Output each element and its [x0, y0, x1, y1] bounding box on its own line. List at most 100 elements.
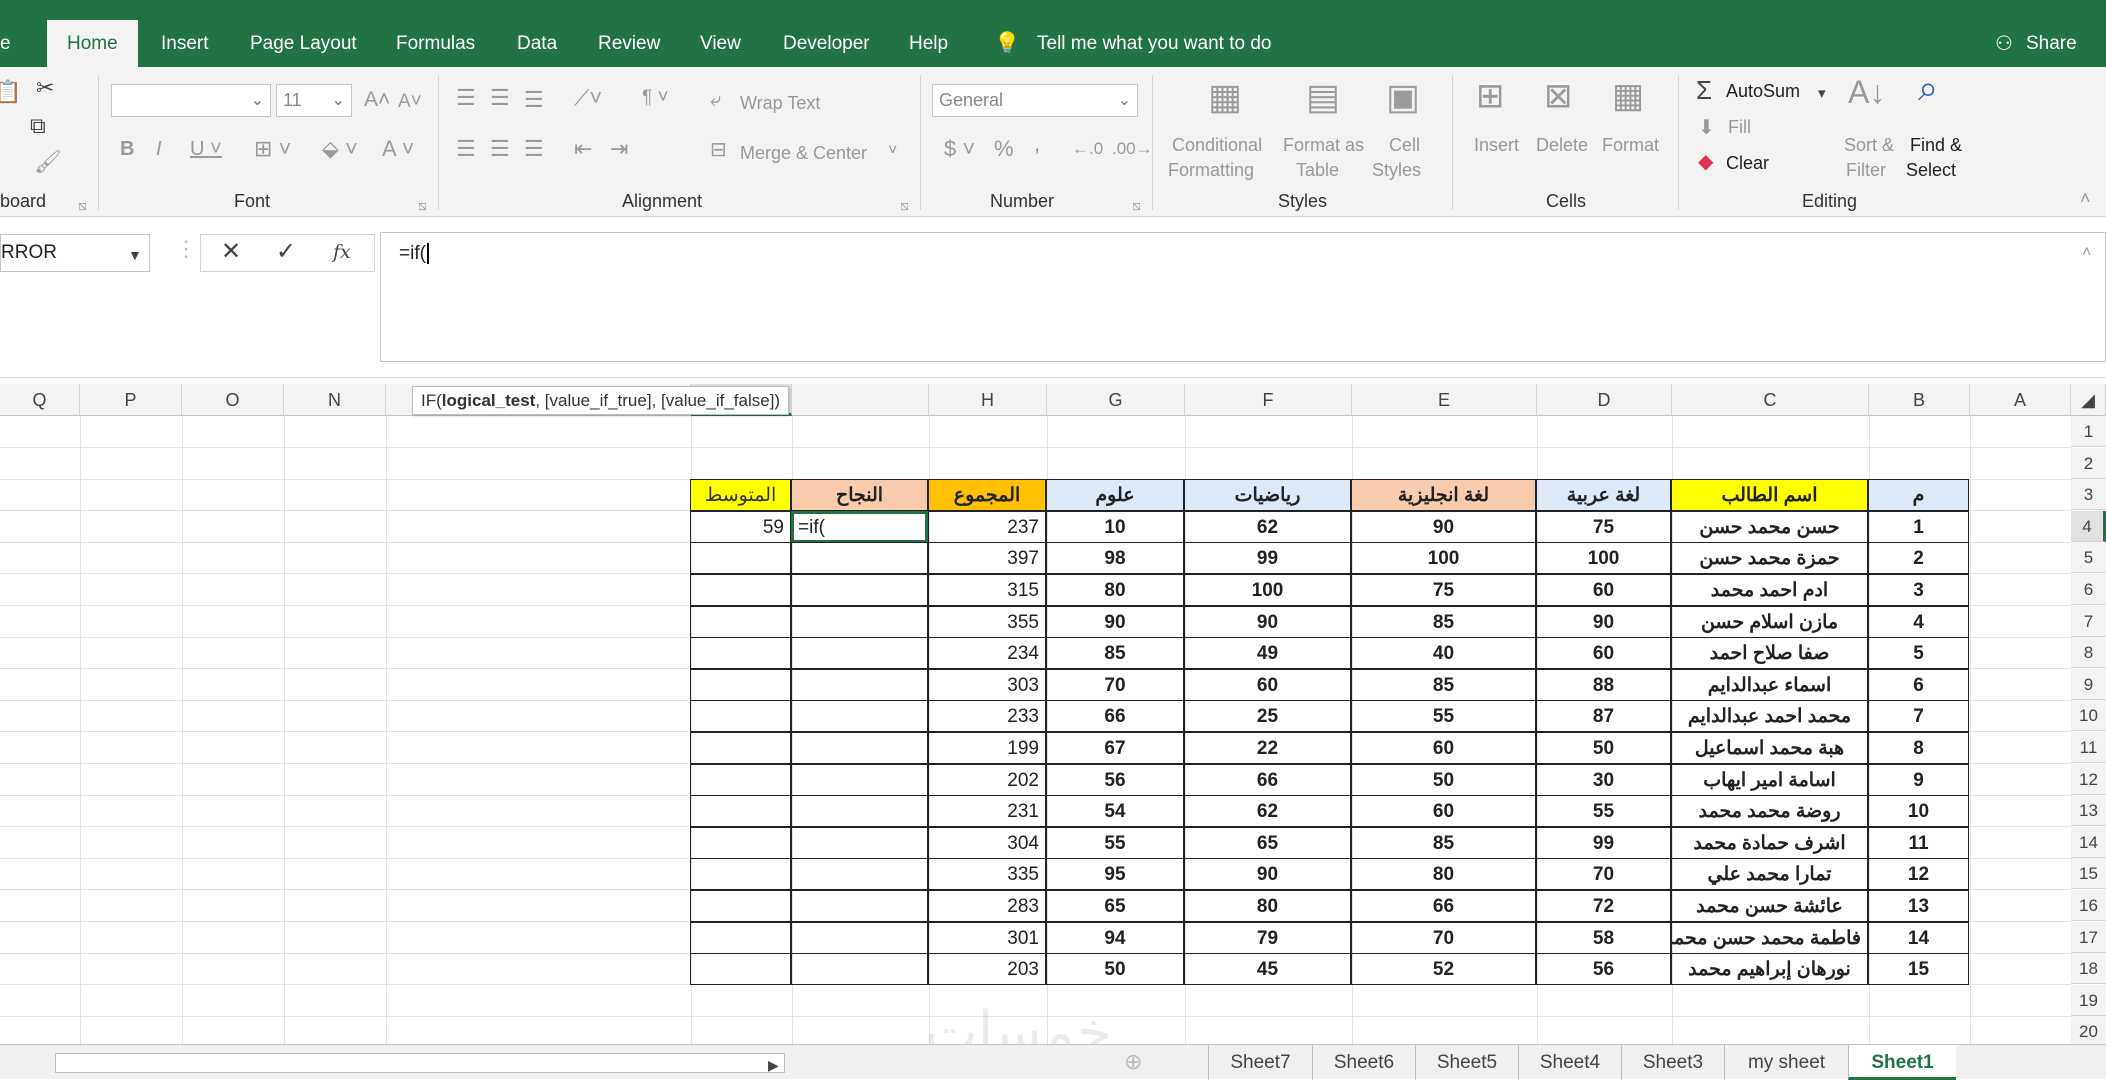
row-header[interactable]: 20 — [2071, 1016, 2106, 1048]
data-cell-english[interactable]: 90 — [1351, 510, 1536, 543]
data-cell-science[interactable]: 85 — [1046, 637, 1184, 670]
share-button[interactable]: Share — [2026, 26, 2077, 67]
underline-icon[interactable]: U ˅ — [190, 138, 222, 160]
row-header[interactable]: 3 — [2071, 479, 2106, 511]
data-cell-total[interactable]: 355 — [928, 605, 1046, 638]
name-box-dropdown-icon[interactable]: ▼ — [128, 244, 142, 266]
data-cell-english[interactable]: 66 — [1351, 890, 1536, 922]
insert-function-icon[interactable]: fx — [333, 241, 351, 263]
conditional-formatting-icon[interactable]: ▦ — [1208, 79, 1242, 115]
data-cell-english[interactable]: 85 — [1351, 826, 1536, 859]
data-cell-avg[interactable] — [690, 795, 791, 828]
row-header[interactable]: 7 — [2071, 605, 2106, 637]
column-header-e[interactable]: E — [1352, 384, 1537, 416]
data-cell-total[interactable]: 199 — [928, 732, 1046, 764]
sheet-tab-my-sheet[interactable]: my sheet — [1724, 1045, 1848, 1080]
column-header-g[interactable]: G — [1047, 384, 1185, 416]
grow-font-icon[interactable]: A˄ — [364, 89, 390, 111]
data-cell-science[interactable]: 70 — [1046, 668, 1184, 701]
tab-formulas[interactable]: Formulas — [396, 26, 475, 67]
data-cell-total[interactable]: 303 — [928, 668, 1046, 701]
format-cells-button[interactable]: Format — [1602, 135, 1659, 156]
merge-dropdown-icon[interactable]: ˅ — [888, 140, 897, 162]
column-header-q[interactable]: Q — [0, 384, 80, 416]
cut-icon[interactable]: ✂ — [36, 77, 54, 99]
autosum-dropdown-icon[interactable]: ▾ — [1818, 83, 1826, 105]
data-cell-english[interactable]: 60 — [1351, 795, 1536, 828]
data-cell-m[interactable]: 7 — [1868, 700, 1969, 733]
data-cell-m[interactable]: 13 — [1868, 890, 1969, 922]
data-cell-avg[interactable] — [690, 921, 791, 954]
data-cell-name[interactable]: نورهان إبراهيم محمد — [1671, 953, 1868, 986]
row-header[interactable]: 19 — [2071, 984, 2106, 1016]
data-cell-avg[interactable] — [690, 574, 791, 606]
align-center-icon[interactable]: ☰ — [490, 138, 510, 160]
row-header[interactable]: 4 — [2071, 510, 2106, 542]
data-cell-science[interactable]: 65 — [1046, 890, 1184, 922]
data-cell-name[interactable]: حسن محمد حسن — [1671, 510, 1868, 543]
data-cell-avg[interactable] — [690, 700, 791, 733]
data-cell-science[interactable]: 66 — [1046, 700, 1184, 733]
data-cell-pass[interactable] — [791, 700, 928, 733]
tell-me-search[interactable]: Tell me what you want to do — [1037, 26, 1271, 67]
header-cell-arabic[interactable]: لغة عربية — [1536, 479, 1671, 512]
data-cell-pass[interactable] — [791, 605, 928, 638]
data-cell-pass[interactable] — [791, 953, 928, 986]
data-cell-avg[interactable] — [690, 668, 791, 701]
sheet-tab-sheet5[interactable]: Sheet5 — [1415, 1045, 1518, 1080]
paste-icon[interactable]: 📋 — [0, 81, 21, 103]
row-header[interactable]: 18 — [2071, 953, 2106, 985]
number-dialog-launcher-icon[interactable]: ⧅ — [1132, 194, 1141, 216]
sort-filter-label-1[interactable]: Sort & — [1844, 135, 1894, 156]
sheet-tab-sheet6[interactable]: Sheet6 — [1312, 1045, 1415, 1080]
delete-cells-button[interactable]: Delete — [1536, 135, 1588, 156]
data-cell-avg[interactable] — [690, 953, 791, 986]
column-header-f[interactable]: F — [1185, 384, 1352, 416]
data-cell-pass[interactable] — [791, 668, 928, 701]
header-cell-total[interactable]: المجموع — [928, 479, 1046, 512]
data-cell-name[interactable]: تمارا محمد علي — [1671, 858, 1868, 891]
data-cell-arabic[interactable]: 72 — [1536, 890, 1671, 922]
row-header[interactable]: 15 — [2071, 858, 2106, 890]
data-cell-name[interactable]: مازن اسلام حسن — [1671, 605, 1868, 638]
data-cell-arabic[interactable]: 56 — [1536, 953, 1671, 986]
align-right-icon[interactable]: ☰ — [524, 138, 544, 160]
data-cell-m[interactable]: 15 — [1868, 953, 1969, 986]
data-cell-science[interactable]: 94 — [1046, 921, 1184, 954]
tab-help[interactable]: Help — [909, 26, 948, 67]
bottom-align-icon[interactable]: ☰ — [524, 89, 544, 111]
column-header-o[interactable]: O — [182, 384, 284, 416]
data-cell-science[interactable]: 80 — [1046, 574, 1184, 606]
data-cell-arabic[interactable]: 99 — [1536, 826, 1671, 859]
data-cell-total[interactable]: 301 — [928, 921, 1046, 954]
data-cell-total[interactable]: 397 — [928, 542, 1046, 575]
new-sheet-icon[interactable]: ⊕ — [1124, 1051, 1142, 1073]
format-cells-icon[interactable]: ▦ — [1612, 79, 1644, 113]
data-cell-arabic[interactable]: 87 — [1536, 700, 1671, 733]
row-header[interactable]: 1 — [2071, 416, 2106, 447]
merge-center-button[interactable]: Merge & Center — [740, 143, 867, 164]
data-cell-name[interactable]: روضة محمد محمد — [1671, 795, 1868, 828]
data-cell-math[interactable]: 65 — [1184, 826, 1351, 859]
data-cell-m[interactable]: 5 — [1868, 637, 1969, 670]
data-cell-total[interactable]: 283 — [928, 890, 1046, 922]
data-cell-name[interactable]: حمزة محمد حسن — [1671, 542, 1868, 575]
middle-align-icon[interactable]: ☰ — [490, 87, 510, 109]
font-dialog-launcher-icon[interactable]: ⧅ — [418, 194, 427, 216]
data-cell-science[interactable]: 55 — [1046, 826, 1184, 859]
data-cell-english[interactable]: 85 — [1351, 605, 1536, 638]
row-header[interactable]: 17 — [2071, 921, 2106, 953]
expand-formula-bar-icon[interactable]: ˄ — [2082, 242, 2091, 264]
row-header[interactable]: 12 — [2071, 763, 2106, 795]
data-cell-m[interactable]: 6 — [1868, 668, 1969, 701]
formula-input[interactable]: =if( — [380, 232, 2106, 362]
data-cell-total[interactable]: 315 — [928, 574, 1046, 606]
sheet-tab-sheet3[interactable]: Sheet3 — [1621, 1045, 1724, 1080]
data-cell-pass[interactable] — [791, 763, 928, 796]
format-painter-icon[interactable]: 🖌 — [34, 151, 62, 173]
row-header[interactable]: 5 — [2071, 542, 2106, 574]
data-cell-arabic[interactable]: 60 — [1536, 637, 1671, 670]
cancel-entry-icon[interactable]: ✕ — [221, 240, 241, 264]
data-cell-avg[interactable] — [690, 732, 791, 764]
data-cell-english[interactable]: 80 — [1351, 858, 1536, 891]
